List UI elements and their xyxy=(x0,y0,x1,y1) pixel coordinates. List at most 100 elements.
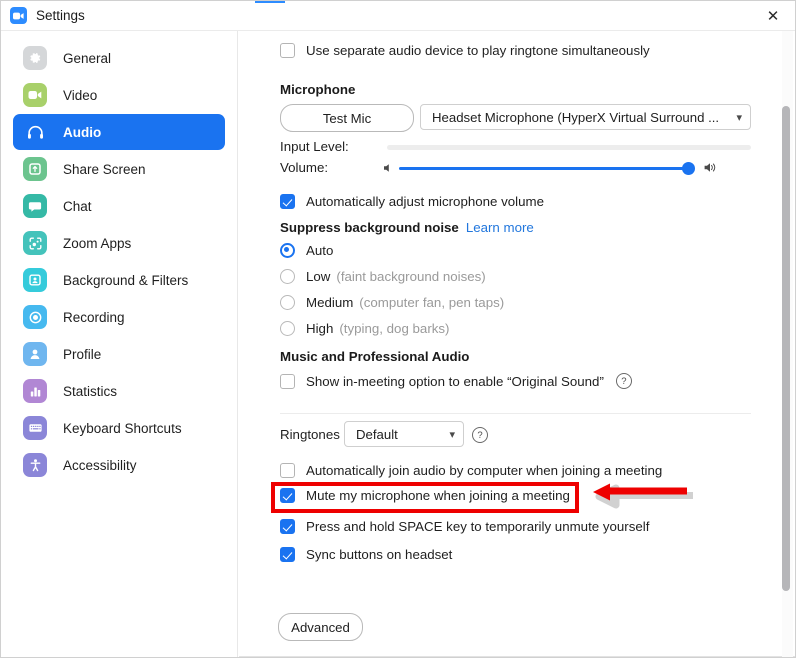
title-bar: Settings ✕ xyxy=(1,1,795,31)
auto-adjust-volume-row[interactable]: Automatically adjust microphone volume xyxy=(280,194,544,209)
noise-option-high[interactable]: High (typing, dog barks) xyxy=(280,321,449,336)
chevron-down-icon: ▾ xyxy=(736,111,742,124)
auto-adjust-volume-checkbox[interactable] xyxy=(280,194,295,209)
sidebar-item-general[interactable]: General xyxy=(13,40,225,76)
microphone-volume-slider[interactable] xyxy=(399,162,695,175)
divider-above-ringtones xyxy=(280,413,751,414)
press-space-unmute-checkbox[interactable] xyxy=(280,519,295,534)
noise-option-hint: (typing, dog barks) xyxy=(339,321,450,336)
sidebar-item-statistics[interactable]: Statistics xyxy=(13,373,225,409)
ringtones-help-icon[interactable]: ? xyxy=(472,427,488,443)
sidebar-item-profile[interactable]: Profile xyxy=(13,336,225,372)
sidebar-item-label: Zoom Apps xyxy=(63,235,132,251)
sidebar-item-label: Video xyxy=(63,87,98,103)
person-icon xyxy=(23,342,47,366)
chevron-down-icon: ▾ xyxy=(449,428,455,441)
auto-join-audio-row[interactable]: Automatically join audio by computer whe… xyxy=(280,463,662,478)
noise-option-low-radio[interactable] xyxy=(280,269,295,284)
record-circle-icon xyxy=(23,305,47,329)
sidebar-item-chat[interactable]: Chat xyxy=(13,188,225,224)
mute-mic-on-join-row[interactable]: Mute my microphone when joining a meetin… xyxy=(280,488,570,503)
headphones-icon xyxy=(23,120,47,144)
separate-ringtone-device-label: Use separate audio device to play ringto… xyxy=(306,43,650,58)
zoom-video-icon xyxy=(10,7,27,24)
sidebar-item-label: Background & Filters xyxy=(63,272,189,288)
zoom-apps-icon xyxy=(23,231,47,255)
noise-option-auto[interactable]: Auto xyxy=(280,243,333,258)
ringtones-select[interactable]: Default ▾ xyxy=(344,421,464,447)
sync-headset-buttons-checkbox[interactable] xyxy=(280,547,295,562)
volume-label: Volume: xyxy=(280,160,329,175)
music-audio-heading: Music and Professional Audio xyxy=(280,349,470,364)
chat-bubble-icon xyxy=(23,194,47,218)
ringtones-label: Ringtones xyxy=(280,427,340,442)
sidebar-item-label: Recording xyxy=(63,309,125,325)
sidebar-item-audio[interactable]: Audio xyxy=(13,114,225,150)
sidebar-item-keyboard-shortcuts[interactable]: Keyboard Shortcuts xyxy=(13,410,225,446)
auto-join-audio-checkbox[interactable] xyxy=(280,463,295,478)
microphone-heading: Microphone xyxy=(280,82,356,97)
advanced-button[interactable]: Advanced xyxy=(278,613,363,641)
vertical-scrollbar-thumb[interactable] xyxy=(782,106,790,591)
settings-sidebar: General Video Audio Share Screen Chat Zo… xyxy=(1,31,238,657)
sidebar-item-zoom-apps[interactable]: Zoom Apps xyxy=(13,225,225,261)
suppress-noise-learn-more-link[interactable]: Learn more xyxy=(466,220,534,235)
bar-chart-icon xyxy=(23,379,47,403)
noise-option-auto-radio[interactable] xyxy=(280,243,295,258)
audio-settings-panel: Use separate audio device to play ringto… xyxy=(239,31,795,657)
sidebar-item-share-screen[interactable]: Share Screen xyxy=(13,151,225,187)
separate-ringtone-device-row[interactable]: Use separate audio device to play ringto… xyxy=(280,43,650,58)
sidebar-item-label: Accessibility xyxy=(63,457,137,473)
person-frame-icon xyxy=(23,268,47,292)
volume-slider-knob[interactable] xyxy=(682,162,695,175)
suppress-noise-heading-row: Suppress background noise Learn more xyxy=(280,220,534,235)
noise-option-medium-radio[interactable] xyxy=(280,295,295,310)
noise-option-medium[interactable]: Medium (computer fan, pen taps) xyxy=(280,295,504,310)
input-level-meter xyxy=(387,145,751,150)
window-title: Settings xyxy=(36,8,85,23)
sidebar-item-accessibility[interactable]: Accessibility xyxy=(13,447,225,483)
sidebar-item-video[interactable]: Video xyxy=(13,77,225,113)
vertical-scrollbar-track[interactable] xyxy=(782,31,793,657)
mute-mic-on-join-checkbox[interactable] xyxy=(280,488,295,503)
noise-option-label: High xyxy=(306,321,334,336)
close-icon[interactable]: ✕ xyxy=(751,1,795,30)
original-sound-checkbox[interactable] xyxy=(280,373,295,389)
speaker-high-icon xyxy=(703,161,718,177)
keyboard-icon xyxy=(23,416,47,440)
sync-headset-buttons-row[interactable]: Sync buttons on headset xyxy=(280,547,452,562)
sidebar-item-label: Audio xyxy=(63,124,102,140)
ringtones-value: Default xyxy=(356,426,398,442)
sidebar-item-recording[interactable]: Recording xyxy=(13,299,225,335)
settings-window: Settings ✕ General Video Audio Share Scr… xyxy=(0,0,796,658)
sidebar-item-background-filters[interactable]: Background & Filters xyxy=(13,262,225,298)
microphone-device-select[interactable]: Headset Microphone (HyperX Virtual Surro… xyxy=(420,104,751,130)
original-sound-label: Show in-meeting option to enable “Origin… xyxy=(306,373,604,389)
gear-icon xyxy=(23,46,47,70)
title-bar-accent-stripe xyxy=(255,1,285,3)
press-space-unmute-row[interactable]: Press and hold SPACE key to temporarily … xyxy=(280,519,649,534)
press-space-unmute-label: Press and hold SPACE key to temporarily … xyxy=(306,519,650,534)
mute-mic-on-join-label: Mute my microphone when joining a meetin… xyxy=(306,488,570,503)
panel-bottom-divider xyxy=(239,656,795,657)
accessibility-icon xyxy=(23,453,47,477)
noise-option-hint: (computer fan, pen taps) xyxy=(359,295,505,310)
separate-ringtone-device-checkbox[interactable] xyxy=(280,43,295,58)
noise-option-label: Low xyxy=(306,269,331,284)
suppress-noise-heading: Suppress background noise xyxy=(280,220,459,235)
sidebar-item-label: Chat xyxy=(63,198,92,214)
original-sound-help-icon[interactable]: ? xyxy=(615,373,632,389)
noise-option-label: Medium xyxy=(306,295,354,310)
sync-headset-buttons-label: Sync buttons on headset xyxy=(306,547,453,562)
noise-option-label: Auto xyxy=(306,243,334,258)
noise-option-low[interactable]: Low (faint background noises) xyxy=(280,269,486,284)
original-sound-row[interactable]: Show in-meeting option to enable “Origin… xyxy=(280,373,632,389)
auto-join-audio-label: Automatically join audio by computer whe… xyxy=(306,463,663,478)
noise-option-high-radio[interactable] xyxy=(280,321,295,336)
auto-adjust-volume-label: Automatically adjust microphone volume xyxy=(306,194,544,209)
noise-option-hint: (faint background noises) xyxy=(336,269,486,284)
sidebar-item-label: General xyxy=(63,50,112,66)
test-mic-button[interactable]: Test Mic xyxy=(280,104,414,132)
sidebar-item-label: Profile xyxy=(63,346,102,362)
microphone-device-value: Headset Microphone (HyperX Virtual Surro… xyxy=(432,109,720,125)
